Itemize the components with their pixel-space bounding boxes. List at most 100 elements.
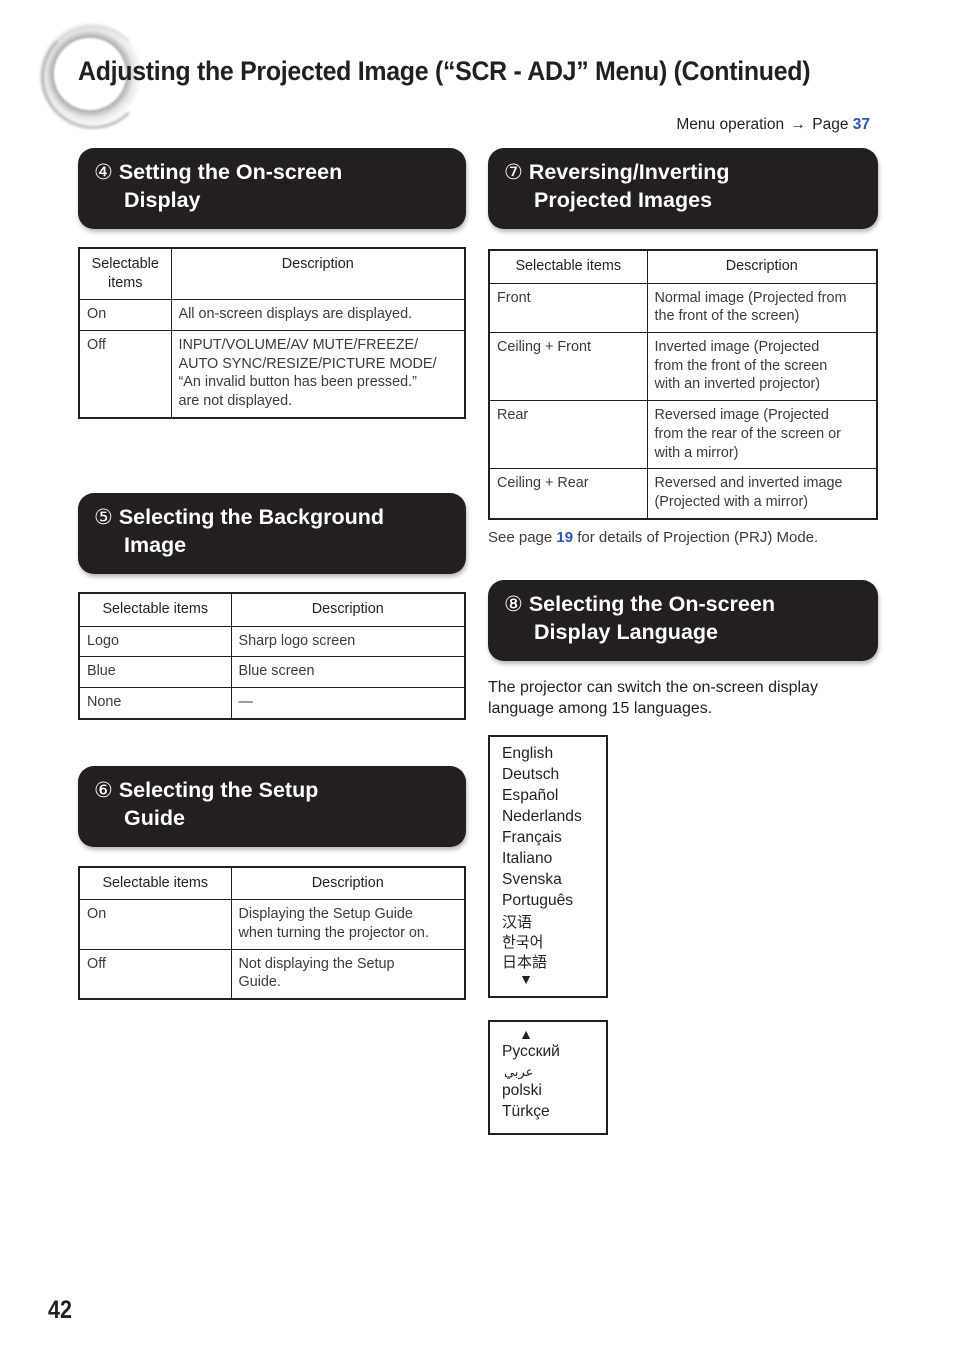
column-header-description: Description: [230, 866, 465, 901]
language-item[interactable]: Español: [490, 786, 606, 807]
section-title-6-line2: Guide: [124, 805, 185, 830]
table-row: Ceiling + Rear Reversed and inverted ima…: [489, 468, 877, 519]
language-item[interactable]: Français: [490, 828, 606, 849]
language-item[interactable]: 汉语: [490, 912, 606, 932]
cell-item: None: [79, 686, 232, 719]
column-header-description: Description: [230, 592, 465, 627]
table-row: Rear Reversed image (Projected from the …: [489, 400, 877, 470]
cell-description: Reversed and inverted image (Projected w…: [646, 468, 877, 519]
page-title: Adjusting the Projected Image (“SCR - AD…: [78, 56, 811, 86]
table-background-image: Selectable items Description Logo Sharp …: [78, 591, 466, 720]
language-item[interactable]: Русский: [490, 1042, 606, 1063]
section-title-4-line1: Setting the On-screen: [118, 160, 343, 184]
section-banner-5: ⑤ Selecting the Background Image: [78, 492, 466, 574]
language-item[interactable]: Nederlands: [490, 807, 606, 828]
language-intro-text: The projector can switch the on-screen d…: [488, 678, 818, 717]
cell-description: Blue screen: [230, 656, 465, 688]
table-row: Blue Blue screen: [79, 656, 465, 688]
menu-operation-reference: Menu operation → Page 37: [676, 116, 870, 134]
section-banner-4: ④ Setting the On-screen Display: [78, 148, 466, 229]
table-projection-mode: Selectable items Description Front Norma…: [488, 248, 878, 520]
language-list-box-1[interactable]: English Deutsch Español Nederlands Franç…: [488, 735, 608, 998]
cell-item: Logo: [79, 625, 232, 658]
column-header-selectable-items: Selectable items: [79, 247, 172, 301]
note-text-before: See page: [488, 528, 557, 546]
section-title-8-line2: Display Language: [534, 619, 718, 644]
cell-description: —: [230, 686, 465, 719]
cell-item: Rear: [489, 400, 648, 470]
section-number-4: ④: [94, 161, 113, 184]
section-title-7-line2: Projected Images: [534, 187, 713, 212]
cell-item: Blue: [79, 656, 232, 688]
table-header-row: Selectable items Description: [489, 249, 877, 284]
language-item[interactable]: polski: [490, 1081, 606, 1102]
cell-item: Off: [79, 948, 232, 1000]
cell-description: Normal image (Projected from the front o…: [646, 282, 877, 334]
table-header-row: Selectable items Description: [79, 247, 465, 301]
language-item[interactable]: Svenska: [490, 870, 606, 891]
language-item[interactable]: Italiano: [490, 849, 606, 870]
cell-description: Reversed image (Projected from the rear …: [646, 400, 877, 470]
table-row: On All on-screen displays are displayed.: [79, 299, 465, 332]
scroll-down-arrow-icon[interactable]: ▼: [490, 972, 606, 988]
language-item[interactable]: 한국어: [490, 932, 606, 952]
section-title-6-line1: Selecting the Setup: [118, 777, 319, 802]
language-item[interactable]: Türkçe: [490, 1102, 606, 1123]
right-column: ⑦ Reversing/Inverting Projected Images Se…: [488, 148, 878, 1135]
menu-operation-page-word: Page: [812, 116, 849, 133]
section-title-7-line1: Reversing/Inverting: [528, 160, 730, 184]
note-page-number: 19: [556, 528, 574, 546]
cell-item: Off: [79, 330, 172, 418]
language-item[interactable]: عربي: [490, 1063, 606, 1080]
note-text-after: for details of Projection (PRJ) Mode.: [573, 528, 819, 546]
section-banner-6: ⑥ Selecting the Setup Guide: [78, 765, 466, 847]
cell-item: Ceiling + Rear: [489, 468, 648, 519]
cell-description: Not displaying the Setup Guide.: [230, 948, 465, 1000]
table-row: On Displaying the Setup Guide when turni…: [79, 899, 465, 950]
language-item[interactable]: Deutsch: [490, 765, 606, 786]
section-banner-8: ⑧ Selecting the On-screen Display Languag…: [488, 579, 878, 661]
section-title-5-line2: Image: [124, 532, 187, 557]
scroll-up-arrow-icon[interactable]: ▲: [490, 1026, 606, 1042]
cell-item: On: [79, 299, 172, 332]
cell-description: Sharp logo screen: [230, 625, 465, 658]
menu-operation-page-number: 37: [852, 116, 870, 133]
section-number-5: ⑤: [94, 505, 113, 529]
section-number-7: ⑦: [504, 161, 523, 184]
section-title-8-line1: Selecting the On-screen: [528, 591, 775, 616]
cell-description: Displaying the Setup Guide when turning …: [230, 899, 465, 950]
left-column: ④ Setting the On-screen Display Selectabl…: [78, 148, 466, 1001]
table-row: Front Normal image (Projected from the f…: [489, 282, 877, 334]
cell-description: Inverted image (Projected from the front…: [646, 332, 877, 402]
section-title-4-line2: Display: [124, 187, 201, 212]
cell-item: Ceiling + Front: [489, 332, 648, 402]
column-header-description: Description: [170, 247, 465, 301]
table-row: Ceiling + Front Inverted image (Projecte…: [489, 332, 877, 402]
language-item[interactable]: English: [490, 744, 606, 765]
page-number: 42: [48, 1296, 72, 1324]
column-header-selectable-items: Selectable items: [489, 249, 648, 284]
cell-item: Front: [489, 282, 648, 334]
language-item[interactable]: 日本語: [490, 952, 606, 972]
menu-operation-label: Menu operation: [676, 116, 785, 133]
language-list-box-2[interactable]: ▲ Русский عربي polski Türkçe: [488, 1019, 608, 1135]
right-arrow-icon: →: [790, 116, 806, 133]
cell-description: INPUT/VOLUME/AV MUTE/FREEZE/ AUTO SYNC/R…: [170, 330, 465, 418]
cell-item: On: [79, 899, 232, 950]
table-header-row: Selectable items Description: [79, 592, 465, 627]
language-item[interactable]: Português: [490, 891, 606, 912]
table-onscreen-display: Selectable items Description On All on-s…: [78, 246, 466, 419]
table-row: None —: [79, 686, 465, 719]
table-header-row: Selectable items Description: [79, 866, 465, 901]
section-number-6: ⑥: [94, 778, 113, 802]
table-row: Logo Sharp logo screen: [79, 625, 465, 658]
column-header-selectable-items: Selectable items: [79, 592, 232, 627]
column-header-description: Description: [646, 249, 877, 284]
cell-description: All on-screen displays are displayed.: [170, 299, 465, 332]
section-number-8: ⑧: [504, 592, 523, 616]
section-title-5-line1: Selecting the Background: [118, 504, 385, 529]
table-row: Off Not displaying the Setup Guide.: [79, 948, 465, 1000]
